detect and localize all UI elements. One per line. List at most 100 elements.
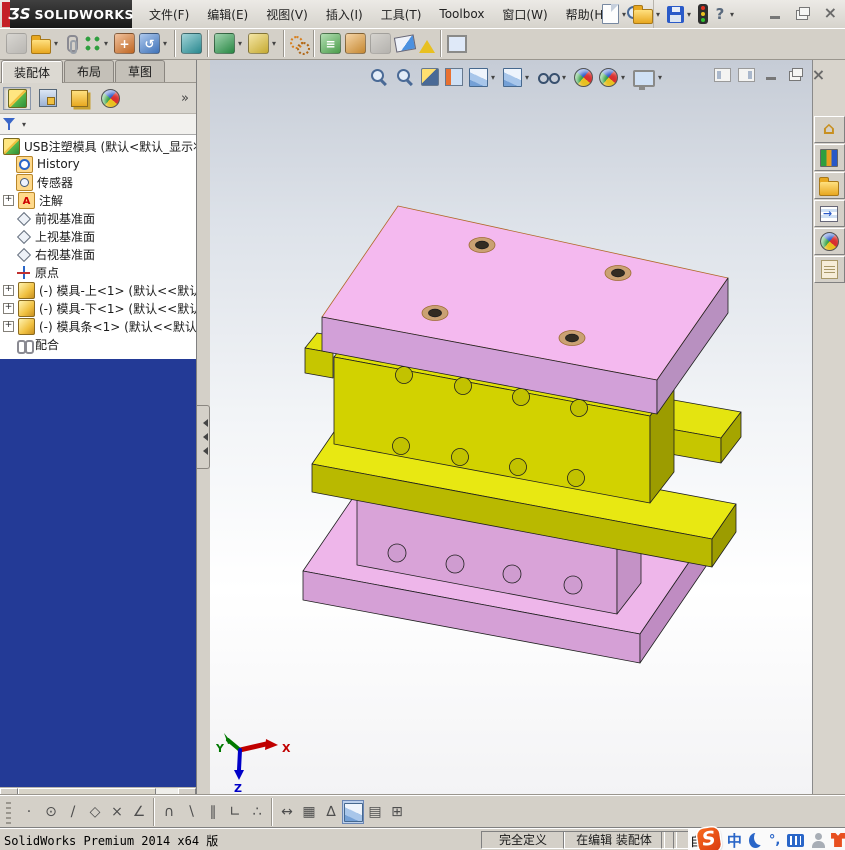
perpendicular-snap-button[interactable]: ∟ [224, 800, 246, 824]
custom-properties-tab[interactable] [814, 256, 845, 283]
ime-account-icon[interactable] [811, 833, 824, 848]
quick-help-button[interactable]: ?▾ [711, 3, 738, 25]
polygon-snap-button[interactable]: ◇ [84, 800, 106, 824]
quick-new-document-button[interactable]: ▾ [600, 2, 630, 26]
appearances-scenes-tab[interactable] [814, 228, 845, 255]
panel-collapse-handle[interactable] [197, 405, 210, 469]
show-hidden-components-button[interactable] [179, 31, 204, 56]
parallel-snap-button[interactable]: ∥ [202, 800, 224, 824]
sogou-logo-icon[interactable]: S [696, 827, 721, 850]
grid-snap-button[interactable]: ▦ [298, 800, 320, 824]
open-part-button[interactable]: ▾ [29, 32, 62, 56]
ime-language-toggle[interactable]: 中 [727, 830, 742, 850]
menu-7[interactable]: 窗口(W) [493, 0, 556, 28]
ime-skin-icon[interactable] [831, 833, 845, 847]
dropdown-arrow-icon[interactable]: ▾ [236, 39, 244, 48]
quick-options-traffic-light-button[interactable] [696, 2, 710, 26]
split-view-grid-button[interactable]: ⊞ [386, 800, 408, 824]
midpoint-snap-button[interactable]: ∖ [180, 800, 202, 824]
filter-dropdown-arrow[interactable]: ▾ [20, 120, 28, 129]
length-snap-button[interactable]: ↔ [276, 800, 298, 824]
graphics-area[interactable]: ▾▾▾▾▾ [210, 60, 812, 795]
doc-minimize-button[interactable] [761, 66, 780, 83]
exploded-view-button[interactable] [343, 31, 368, 56]
instant-3d-button[interactable] [445, 33, 469, 55]
display-manager-tab[interactable] [96, 87, 124, 110]
solidworks-resources-tab[interactable]: ⌂ [814, 116, 845, 143]
doc-close-button[interactable]: × [809, 66, 828, 83]
model-3d-view[interactable]: X Y Z [210, 60, 812, 795]
measure-button[interactable] [393, 34, 417, 53]
tab-布局[interactable]: 布局 [64, 60, 114, 82]
view-palette-tab[interactable] [814, 200, 845, 227]
center-point-snap-button[interactable]: ⊙ [40, 800, 62, 824]
panel-splitter[interactable] [197, 60, 211, 795]
tree-item-right-plane[interactable]: 右视基准面 [0, 245, 196, 263]
doc-restore-button[interactable] [785, 66, 804, 83]
move-component-button[interactable]: ↺▾ [137, 31, 171, 56]
menu-3[interactable]: 视图(V) [257, 0, 317, 28]
bill-of-materials-button[interactable]: ≡ [318, 31, 343, 56]
dropdown-arrow-icon[interactable]: ▾ [161, 39, 169, 48]
toolbar-drag-handle[interactable] [6, 800, 11, 824]
dropdown-arrow-icon[interactable]: ▾ [52, 39, 60, 48]
tab-草图[interactable]: 草图 [115, 60, 165, 82]
close-button[interactable]: × [822, 4, 839, 22]
dropdown-arrow-icon[interactable]: ▾ [654, 10, 662, 19]
tangent-snap-button[interactable]: ∩ [158, 800, 180, 824]
ime-punctuation-toggle[interactable]: °, [769, 833, 780, 848]
tree-item-part-mold-strip[interactable]: +(-) 模具条<1> (默认<<默认 [0, 317, 196, 335]
interference-detection-button[interactable] [417, 33, 437, 55]
feature-manager-tab[interactable] [3, 87, 31, 110]
tree-item-front-plane[interactable]: 前视基准面 [0, 209, 196, 227]
design-library-tab[interactable] [814, 144, 845, 171]
pane-toggle-left-button[interactable] [713, 66, 732, 83]
sketch-points-snap-button[interactable]: ∴ [246, 800, 268, 824]
file-explorer-tab[interactable] [814, 172, 845, 199]
assembly-features-button[interactable]: ▾ [212, 31, 246, 56]
angle-dimension-snap-button[interactable]: ∆ [320, 800, 342, 824]
menu-1[interactable]: 文件(F) [140, 0, 198, 28]
dropdown-arrow-icon[interactable]: ▾ [102, 39, 110, 48]
tab-装配体[interactable]: 装配体 [1, 60, 63, 83]
line-snap-button[interactable]: / [62, 800, 84, 824]
linear-component-pattern-button[interactable]: ▾ [82, 33, 112, 54]
tree-item-sensors[interactable]: 传感器 [0, 173, 196, 191]
minimize-button[interactable] [768, 6, 782, 21]
dropdown-arrow-icon[interactable]: ▾ [685, 10, 693, 19]
angle-snap-button[interactable]: ∠ [128, 800, 150, 824]
split-view-horizontal-button[interactable]: ▤ [364, 800, 386, 824]
intersection-snap-button[interactable]: × [106, 800, 128, 824]
tree-item-top-plane[interactable]: 上视基准面 [0, 227, 196, 245]
dropdown-arrow-icon[interactable]: ▾ [728, 10, 736, 19]
dropdown-arrow-icon[interactable]: ▾ [270, 39, 278, 48]
expand-plus-icon[interactable]: + [3, 321, 14, 332]
large-assembly-mode-button[interactable] [342, 800, 364, 824]
configuration-manager-tab[interactable] [65, 87, 93, 110]
menu-5[interactable]: 工具(T) [372, 0, 431, 28]
tree-item-origin[interactable]: 原点 [0, 263, 196, 281]
menu-2[interactable]: 编辑(E) [198, 0, 257, 28]
new-motion-study-button[interactable] [288, 33, 310, 55]
tree-item-part-mold-bottom[interactable]: +(-) 模具-下<1> (默认<<默认 [0, 299, 196, 317]
smart-fasteners-button[interactable]: + [112, 31, 137, 56]
tree-item-part-mold-top[interactable]: +(-) 模具-上<1> (默认<<默认 [0, 281, 196, 299]
tree-item-annotations[interactable]: +注解 [0, 191, 196, 209]
tree-item-mates[interactable]: 配合 [0, 335, 196, 353]
ime-softkeyboard-icon[interactable] [787, 834, 804, 847]
expand-plus-icon[interactable]: + [3, 303, 14, 314]
expand-panel-chevron[interactable]: » [181, 91, 193, 106]
menu-6[interactable]: Toolbox [430, 0, 493, 28]
dropdown-arrow-icon[interactable]: ▾ [620, 10, 628, 19]
ime-fullhalf-moon-icon[interactable] [749, 833, 762, 848]
point-snap-button[interactable]: · [18, 800, 40, 824]
property-manager-tab[interactable] [34, 87, 62, 110]
quick-open-document-button[interactable]: ▾ [631, 2, 664, 26]
menu-4[interactable]: 插入(I) [317, 0, 372, 28]
restore-button[interactable] [794, 5, 810, 22]
quick-save-button[interactable]: ▾ [665, 4, 695, 25]
mold-assembly-model[interactable] [303, 206, 741, 663]
tree-item-history[interactable]: History [0, 155, 196, 173]
expand-plus-icon[interactable]: + [3, 285, 14, 296]
pane-toggle-right-button[interactable] [737, 66, 756, 83]
